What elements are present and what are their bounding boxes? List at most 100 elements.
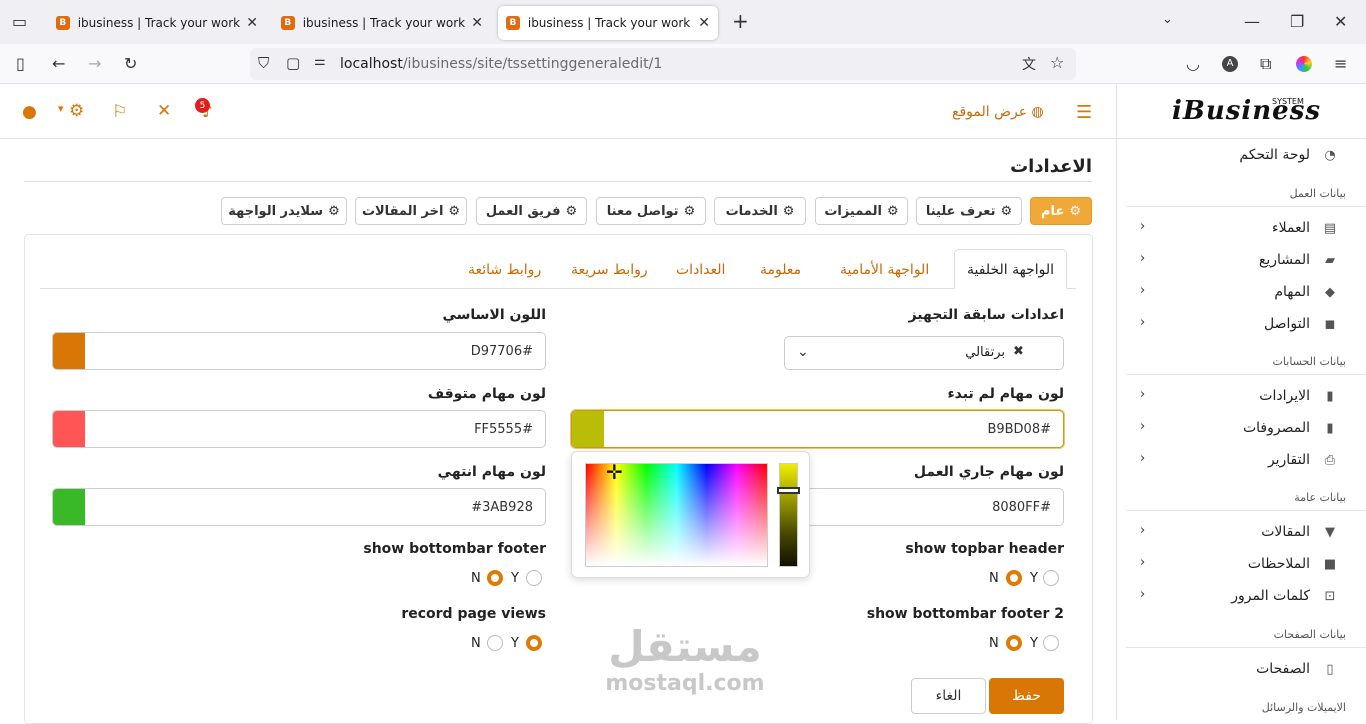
section-button-features[interactable]: ⚙ المميزات	[815, 197, 908, 225]
back-icon[interactable]: ←	[52, 54, 65, 73]
cancel-button[interactable]: الغاء	[911, 678, 986, 714]
finished-color-label: لون مهام انتهي	[437, 464, 546, 480]
tab-quick-links[interactable]: روابط سريعة	[571, 262, 648, 278]
slider-handle[interactable]	[777, 487, 800, 494]
tab-counters[interactable]: العدادات	[676, 262, 725, 278]
section-button-about[interactable]: ⚙ تعرف علينا	[916, 197, 1022, 225]
tab-overview-icon[interactable]: ▭	[12, 12, 27, 31]
minimize-icon[interactable]: —	[1244, 12, 1260, 31]
section-button-contact[interactable]: ⚙ تواصل معنا	[596, 197, 706, 225]
sidebar-section-title: بيانات العمل	[1289, 187, 1346, 200]
radio-bottombar-n[interactable]	[487, 570, 503, 586]
shield-icon[interactable]: ⛉	[258, 54, 269, 72]
reload-icon[interactable]: ↻	[124, 54, 137, 73]
preset-select[interactable]: ⌄ ✖ برتقالي	[784, 336, 1064, 370]
pocket-icon[interactable]: ◡	[1186, 54, 1200, 73]
translate-icon[interactable]: 文	[1022, 54, 1036, 74]
browser-tab[interactable]: B ibusiness | Track your work with ✕	[48, 6, 266, 40]
tab-popular-links[interactable]: روابط شائعة	[468, 262, 541, 278]
button-label: اخر المقالات	[361, 203, 444, 219]
button-label: تعرف علينا	[925, 203, 996, 219]
radio-label: N	[989, 636, 999, 651]
color-swatch[interactable]	[572, 411, 604, 447]
new-tab-icon[interactable]: +	[732, 9, 749, 33]
menu-icon[interactable]: ≡	[1334, 54, 1347, 73]
bookmark-icon: ▼	[1325, 524, 1335, 540]
tab-backend[interactable]: الواجهة الخلفية	[954, 249, 1067, 289]
section-button-slider[interactable]: ⚙ سلايدر الواجهة	[221, 197, 347, 225]
sidebar-item-reports[interactable]: ⎙ التقارير ‹	[1126, 446, 1346, 474]
radio-label: N	[471, 636, 481, 651]
radio-topbar-y[interactable]	[1043, 570, 1059, 586]
sidebar-item-articles[interactable]: ▼ المقالات ‹	[1126, 518, 1346, 546]
color-swatch[interactable]	[53, 489, 85, 525]
tab-frontend[interactable]: الواجهة الأمامية	[840, 262, 929, 278]
view-site-link[interactable]: ◍ عرض الموقع	[952, 104, 1044, 120]
bookmark-star-icon[interactable]: ☆	[1050, 53, 1064, 72]
color-swatch[interactable]	[53, 411, 85, 447]
sidebar-toggle-icon[interactable]: ▯	[16, 54, 25, 73]
radio-views-y[interactable]	[526, 635, 542, 651]
sidebar-section-title: بيانات الحسابات	[1272, 355, 1346, 368]
section-button-team[interactable]: ⚙ فريق العمل	[476, 197, 587, 225]
sidebar-item-expenses[interactable]: ▮ المصروفات ‹	[1126, 414, 1346, 442]
section-button-general[interactable]: ⚙ عام	[1030, 197, 1092, 225]
gear-icon: ⚙	[328, 203, 340, 219]
close-tab-icon[interactable]: ✕	[471, 15, 483, 31]
close-window-icon[interactable]: ✕	[1334, 12, 1347, 31]
sidebar-item-revenues[interactable]: ▮ الايرادات ‹	[1126, 382, 1346, 410]
site-permissions-icon[interactable]: ⚌	[314, 54, 326, 69]
in-progress-color-field[interactable]: 8080FF#	[784, 488, 1064, 526]
radio-bottombar-y[interactable]	[526, 570, 542, 586]
tab-info[interactable]: معلومة	[760, 262, 801, 278]
radio-label: Y	[1030, 636, 1038, 651]
section-button-latest-articles[interactable]: ⚙ اخر المقالات	[355, 197, 467, 225]
not-started-color-field[interactable]: B9BD08#	[571, 410, 1064, 448]
clear-selection-icon[interactable]: ✖	[1013, 344, 1024, 359]
sidebar-item-clients[interactable]: ▤ العملاء ‹	[1126, 214, 1346, 242]
extensions-icon[interactable]: ⧉	[1260, 54, 1271, 74]
radio-views-n[interactable]	[487, 635, 503, 651]
sidebar-item-dashboard[interactable]: ◔ لوحة التحكم	[1126, 141, 1346, 169]
settings-dropdown-caret-icon[interactable]: ▾	[58, 102, 64, 115]
address-bar[interactable]: ⛉ ▢ ⚌ localhost/ibusiness/site/tssetting…	[250, 48, 1076, 80]
restore-icon[interactable]: ❐	[1290, 12, 1304, 31]
sidebar-item-communication[interactable]: ◼ التواصل ‹	[1126, 310, 1346, 338]
sidebar-item-label: لوحة التحكم	[1239, 147, 1310, 163]
radio-bottombar2-n[interactable]	[1006, 635, 1022, 651]
profile-avatar[interactable]: A	[1222, 56, 1238, 72]
tab-title: ibusiness | Track your work with	[302, 16, 468, 30]
tools-icon[interactable]: ✕	[157, 101, 171, 121]
forward-icon[interactable]: →	[88, 54, 101, 73]
gear-icon: ⚙	[565, 203, 578, 219]
close-tab-icon[interactable]: ✕	[698, 15, 710, 31]
close-tab-icon[interactable]: ✕	[246, 15, 258, 31]
sidebar-item-tasks[interactable]: ◆ المهام ‹	[1126, 278, 1346, 306]
color-value: B9BD08#	[987, 422, 1051, 437]
hamburger-icon[interactable]: ☰	[1076, 102, 1092, 123]
sidebar-item-projects[interactable]: ▰ المشاريع ‹	[1126, 246, 1346, 274]
radio-topbar-n[interactable]	[1006, 570, 1022, 586]
radio-bottombar2-y[interactable]	[1043, 635, 1059, 651]
record-views-label: record page views	[401, 606, 546, 622]
browser-tab[interactable]: B ibusiness | Track your work with ✕	[273, 6, 491, 40]
section-button-services[interactable]: ⚙ الخدمات	[714, 197, 806, 225]
finished-color-field[interactable]: #3AB928	[52, 488, 546, 526]
sidebar-item-pages[interactable]: ▯ الصفحات	[1126, 655, 1346, 683]
primary-color-field[interactable]: D97706#	[52, 332, 546, 370]
save-button[interactable]: حفظ	[989, 678, 1064, 714]
stopped-color-field[interactable]: FF5555#	[52, 410, 546, 448]
sidebar-item-notes[interactable]: ■ الملاحظات ‹	[1126, 550, 1346, 578]
brightness-slider[interactable]	[779, 463, 798, 567]
gear-icon[interactable]: ⚙	[69, 101, 84, 121]
flag-icon[interactable]: ⚐	[112, 102, 127, 122]
browser-tab-active[interactable]: B ibusiness | Track your work with ✕	[498, 6, 718, 40]
tab-list-chevron-icon[interactable]: ⌄	[1162, 12, 1173, 27]
not-started-color-label: لون مهام لم تبدء	[947, 386, 1064, 402]
book-icon: ▮	[1326, 388, 1334, 404]
color-extension-icon[interactable]	[1296, 56, 1312, 72]
user-icon[interactable]: ●	[22, 102, 37, 122]
page-icon[interactable]: ▢	[286, 54, 300, 72]
color-swatch[interactable]	[53, 333, 85, 369]
sidebar-item-passwords[interactable]: ⊡ كلمات المرور ‹	[1126, 582, 1346, 610]
